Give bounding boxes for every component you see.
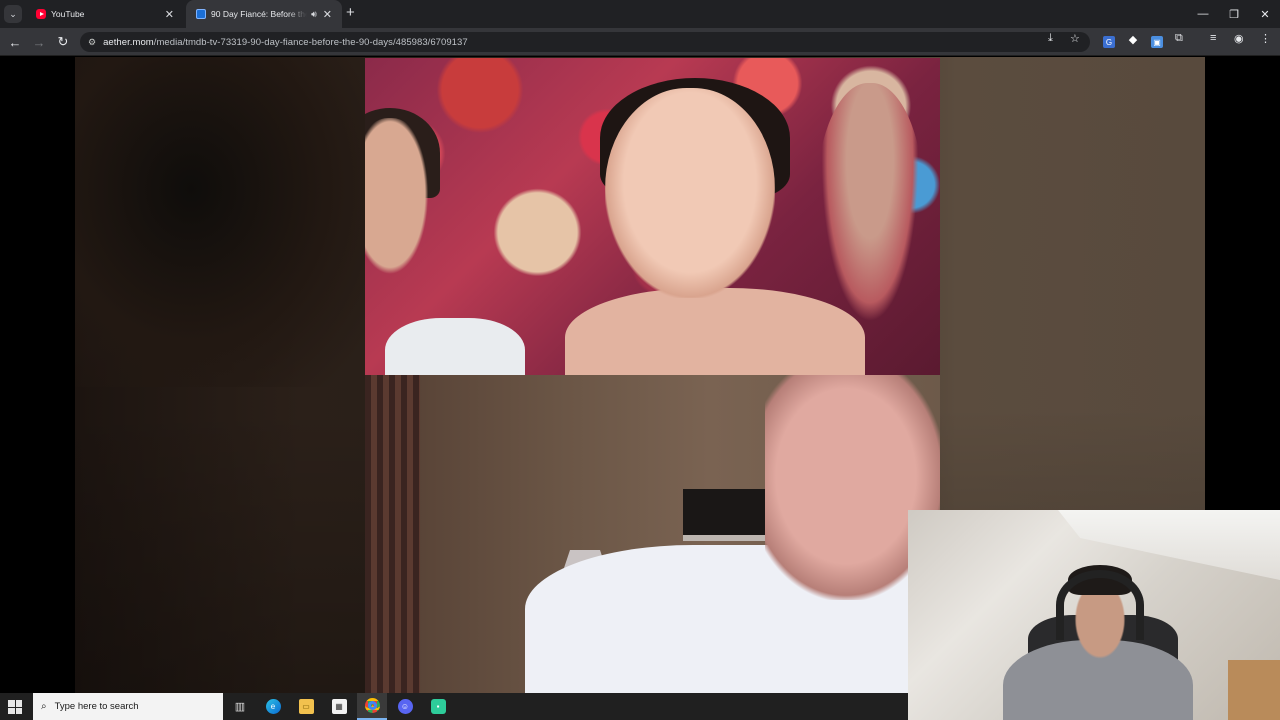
file-explorer-icon[interactable]: ▭ [291, 693, 321, 720]
tab-title: YouTube [51, 9, 85, 19]
curtain [365, 375, 420, 693]
address-bar[interactable]: ⚙︎ aether.mom/media/tmdb-tv-73319-90-day… [80, 32, 1090, 52]
person-left-dress [385, 318, 525, 375]
app-icon[interactable]: ▪ [423, 693, 453, 720]
close-icon[interactable]: ✕ [323, 8, 332, 21]
media-control-icon[interactable]: ≡ [1210, 32, 1216, 44]
back-arrow-icon: ← [8, 34, 22, 50]
restore-icon: ❐ [1229, 8, 1239, 21]
browser-toolbar: ← → ↻ ⚙︎ aether.mom/media/tmdb-tv-73319-… [0, 28, 1280, 56]
task-view-icon[interactable]: ▥ [225, 693, 255, 720]
audio-playing-icon[interactable]: 🔊︎ [311, 9, 317, 20]
url-path: /media/tmdb-tv-73319-90-day-fiance-befor… [153, 36, 468, 48]
webcam-overlay [908, 510, 1280, 720]
person-center-body [565, 288, 865, 375]
site-info-icon[interactable]: ⚙︎ [88, 37, 96, 48]
url-text[interactable]: aether.mom/media/tmdb-tv-73319-90-day-fi… [103, 37, 468, 48]
minimize-icon: — [1197, 8, 1209, 20]
tab-strip: ⌄ YouTube ✕ 90 Day Fiancé: Before the 90… [0, 0, 1280, 28]
youtube-icon [36, 9, 46, 19]
menu-kebab-icon[interactable]: ⋮ [1260, 32, 1271, 45]
window-close-button[interactable]: ✕ [1250, 0, 1280, 28]
restore-button[interactable]: ❐ [1219, 0, 1249, 28]
close-icon: ✕ [1260, 8, 1270, 21]
tab-90-day-fiance[interactable]: 90 Day Fiancé: Before the 90 🔊︎ ✕ [186, 0, 342, 28]
search-icon: ⌕ [41, 701, 47, 712]
tab-title: 90 Day Fiancé: Before the 90 [211, 9, 307, 19]
forward-arrow-icon: → [32, 34, 46, 50]
profile-icon[interactable]: ◉ [1234, 32, 1244, 45]
reload-icon: ↻ [57, 34, 69, 49]
video-panel-top [365, 58, 940, 375]
television [683, 489, 778, 541]
site-icon [196, 9, 206, 19]
windows-logo-icon [8, 700, 15, 707]
windows-taskbar: ⌕ Type here to search ▥ e ▭ ▦ ☺ ▪ [0, 693, 908, 720]
forward-button[interactable]: → [28, 28, 50, 56]
extension-image-icon[interactable]: ▣ [1151, 36, 1163, 48]
taskbar-search-box[interactable]: ⌕ Type here to search [33, 693, 223, 720]
search-placeholder: Type here to search [54, 701, 139, 712]
reload-button[interactable]: ↻ [52, 28, 74, 56]
edge-icon[interactable]: e [258, 693, 288, 720]
extension-translate-icon[interactable]: G [1103, 36, 1115, 48]
close-icon[interactable]: ✕ [165, 8, 174, 21]
url-host: aether.mom [103, 36, 154, 48]
install-app-icon[interactable]: ⤓ [1048, 32, 1053, 45]
back-button[interactable]: ← [4, 28, 26, 56]
minimize-button[interactable]: — [1188, 0, 1218, 28]
door [1228, 660, 1280, 720]
bookmark-star-icon[interactable]: ☆ [1070, 32, 1080, 45]
start-button[interactable] [8, 700, 22, 714]
tab-youtube[interactable]: YouTube ✕ [26, 0, 184, 28]
microsoft-store-icon[interactable]: ▦ [324, 693, 354, 720]
chrome-icon[interactable] [357, 693, 387, 720]
chevron-down-icon: ⌄ [9, 8, 17, 19]
person-center-face [605, 88, 775, 298]
video-panel-bottom [365, 375, 940, 693]
tab-search-button[interactable]: ⌄ [4, 5, 22, 23]
discord-icon[interactable]: ☺ [390, 693, 420, 720]
extension-diamond-icon[interactable]: ◆ [1127, 33, 1139, 46]
extensions-puzzle-icon[interactable]: ⧉ [1175, 32, 1183, 45]
new-tab-button[interactable]: + [346, 4, 355, 21]
headset-icon [1056, 570, 1144, 640]
